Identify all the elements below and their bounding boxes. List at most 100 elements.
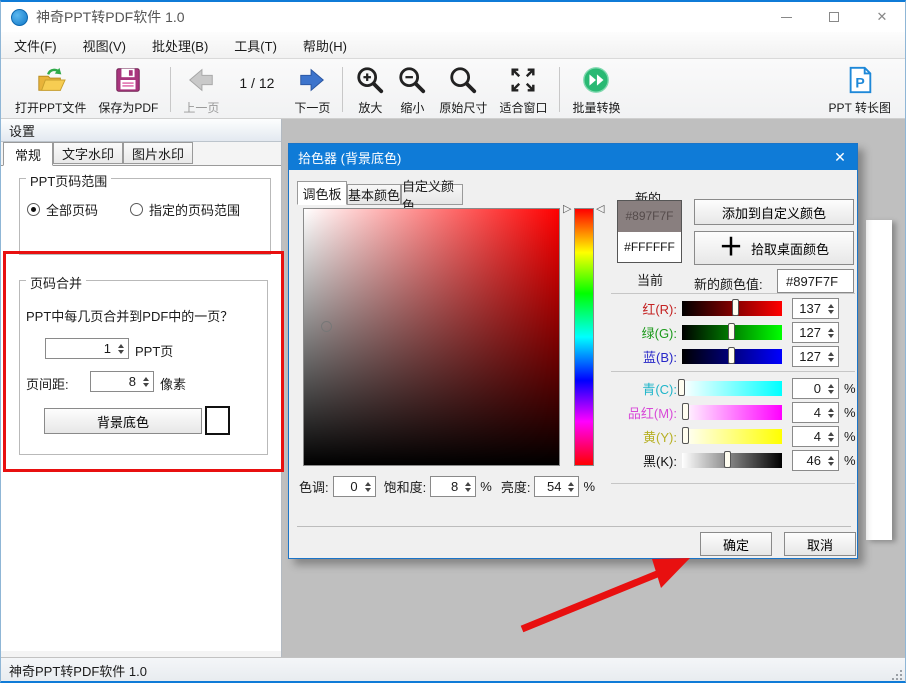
menu-tools[interactable]: 工具(T) xyxy=(221,32,290,58)
zoom-out-icon xyxy=(397,65,427,98)
minimize-icon xyxy=(781,17,792,18)
batch-convert-button[interactable]: 批量转换 xyxy=(566,63,626,116)
tab-image-watermark[interactable]: 图片水印 xyxy=(123,142,193,164)
stepper-arrows-icon[interactable] xyxy=(828,403,834,422)
stepper-arrows-icon[interactable] xyxy=(465,477,471,496)
black-value-stepper[interactable]: 46 xyxy=(792,450,839,471)
background-color-button[interactable]: 背景底色 xyxy=(44,408,202,434)
hue-slider-right-marker-icon[interactable]: ◁ xyxy=(596,204,604,214)
tab-custom-colors[interactable]: 自定义颜色 xyxy=(401,184,463,205)
black-channel-row: 黑(K): 46 % xyxy=(615,450,857,471)
ok-button[interactable]: 确定 xyxy=(700,532,772,556)
red-slider[interactable] xyxy=(682,301,782,316)
radio-custom-range[interactable]: 指定的页码范围 xyxy=(130,200,240,219)
dialog-title-bar[interactable]: 拾色器 (背景底色) xyxy=(289,144,857,170)
pages-per-sheet-stepper[interactable]: 1 xyxy=(45,338,129,359)
open-ppt-button[interactable]: 打开PPT文件 xyxy=(9,63,92,116)
toolbar: 打开PPT文件 保存为PDF 上一页 xyxy=(1,59,905,119)
close-button[interactable]: ✕ xyxy=(865,4,899,30)
stepper-arrows-icon[interactable] xyxy=(828,451,834,470)
pages-unit-label: PPT页 xyxy=(135,341,173,360)
hue-stepper[interactable]: 0 xyxy=(333,476,376,497)
new-color-value-input[interactable]: #897F7F xyxy=(777,269,854,293)
slider-thumb[interactable] xyxy=(728,347,735,364)
zoom-out-button[interactable]: 缩小 xyxy=(391,63,433,116)
actual-size-button[interactable]: 原始尺寸 xyxy=(433,63,493,116)
red-channel-row: 红(R): 137 xyxy=(615,298,857,319)
radio-unchecked-icon xyxy=(130,203,143,216)
slider-thumb[interactable] xyxy=(682,427,689,444)
luminance-stepper[interactable]: 54 xyxy=(534,476,579,497)
gap-label: 页间距: xyxy=(26,374,69,393)
dialog-close-button[interactable]: ✕ xyxy=(823,144,857,170)
slider-thumb[interactable] xyxy=(678,379,685,396)
toolbar-separator xyxy=(342,67,343,112)
radio-checked-icon xyxy=(27,203,40,216)
title-bar: 神奇PPT转PDF软件 1.0 ✕ xyxy=(1,2,905,32)
saturation-stepper[interactable]: 8 xyxy=(430,476,476,497)
page-indicator: 1 / 12 xyxy=(239,75,274,91)
menu-batch[interactable]: 批处理(B) xyxy=(139,32,221,58)
tab-palette[interactable]: 调色板 xyxy=(297,181,347,205)
stepper-arrows-icon[interactable] xyxy=(118,339,124,358)
palette-selection-marker[interactable] xyxy=(321,321,332,332)
blue-value-stepper[interactable]: 127 xyxy=(792,346,839,367)
stepper-arrows-icon[interactable] xyxy=(828,323,834,342)
yellow-slider[interactable] xyxy=(682,429,782,444)
tab-basic-colors[interactable]: 基本颜色 xyxy=(347,184,401,205)
background-color-swatch[interactable] xyxy=(205,406,230,435)
next-page-button[interactable]: 下一页 xyxy=(288,63,336,116)
stepper-arrows-icon[interactable] xyxy=(568,477,574,496)
stepper-arrows-icon[interactable] xyxy=(828,379,834,398)
menu-file[interactable]: 文件(F) xyxy=(1,32,70,58)
green-slider[interactable] xyxy=(682,325,782,340)
stepper-arrows-icon[interactable] xyxy=(365,477,371,496)
ppt-long-image-button[interactable]: P PPT 转长图 xyxy=(823,63,897,116)
cancel-button[interactable]: 取消 xyxy=(784,532,856,556)
slider-thumb[interactable] xyxy=(732,299,739,316)
stepper-arrows-icon[interactable] xyxy=(828,299,834,318)
resize-grip-icon[interactable] xyxy=(891,669,903,681)
green-value-stepper[interactable]: 127 xyxy=(792,322,839,343)
hue-bar[interactable] xyxy=(574,208,594,466)
next-arrow-icon xyxy=(297,65,327,98)
zoom-in-button[interactable]: 放大 xyxy=(349,63,391,116)
maximize-button[interactable] xyxy=(817,4,851,30)
page-gap-stepper[interactable]: 8 xyxy=(90,371,154,392)
stepper-arrows-icon[interactable] xyxy=(828,347,834,366)
status-bar: 神奇PPT转PDF软件 1.0 xyxy=(1,657,905,683)
save-pdf-button[interactable]: 保存为PDF xyxy=(92,63,164,116)
cyan-value-stepper[interactable]: 0 xyxy=(792,378,839,399)
radio-all-pages[interactable]: 全部页码 xyxy=(27,200,98,219)
hsl-row: 色调: 0 饱和度: 8 % 亮度: 54 % xyxy=(299,476,595,497)
magenta-slider[interactable] xyxy=(682,405,782,420)
cyan-slider[interactable] xyxy=(682,381,782,396)
gap-unit-label: 像素 xyxy=(160,374,186,393)
prev-page-button[interactable]: 上一页 xyxy=(177,63,225,116)
stepper-arrows-icon[interactable] xyxy=(828,427,834,446)
menu-view[interactable]: 视图(V) xyxy=(70,32,139,58)
slider-thumb[interactable] xyxy=(728,323,735,340)
separator xyxy=(297,526,851,527)
yellow-channel-row: 黄(Y): 4 % xyxy=(615,426,857,447)
magenta-channel-row: 品红(M): 4 % xyxy=(615,402,857,423)
yellow-value-stepper[interactable]: 4 xyxy=(792,426,839,447)
magenta-value-stepper[interactable]: 4 xyxy=(792,402,839,423)
tab-text-watermark[interactable]: 文字水印 xyxy=(53,142,123,164)
red-value-stepper[interactable]: 137 xyxy=(792,298,839,319)
menu-help[interactable]: 帮助(H) xyxy=(290,32,360,58)
hue-slider-left-marker-icon[interactable]: ▷ xyxy=(563,204,571,214)
minimize-button[interactable] xyxy=(769,4,803,30)
stepper-arrows-icon[interactable] xyxy=(143,372,149,391)
tab-general[interactable]: 常规 xyxy=(3,142,53,166)
slider-thumb[interactable] xyxy=(724,451,731,468)
close-icon: ✕ xyxy=(834,149,846,166)
fit-window-button[interactable]: 适合窗口 xyxy=(493,63,553,116)
saturation-value-palette[interactable] xyxy=(303,208,560,466)
long-image-doc-icon: P xyxy=(845,65,875,98)
black-slider[interactable] xyxy=(682,453,782,468)
slider-thumb[interactable] xyxy=(682,403,689,420)
add-to-custom-button[interactable]: 添加到自定义颜色 xyxy=(694,199,854,225)
pick-desktop-color-button[interactable]: ＋ 拾取桌面颜色 xyxy=(694,231,854,265)
blue-slider[interactable] xyxy=(682,349,782,364)
